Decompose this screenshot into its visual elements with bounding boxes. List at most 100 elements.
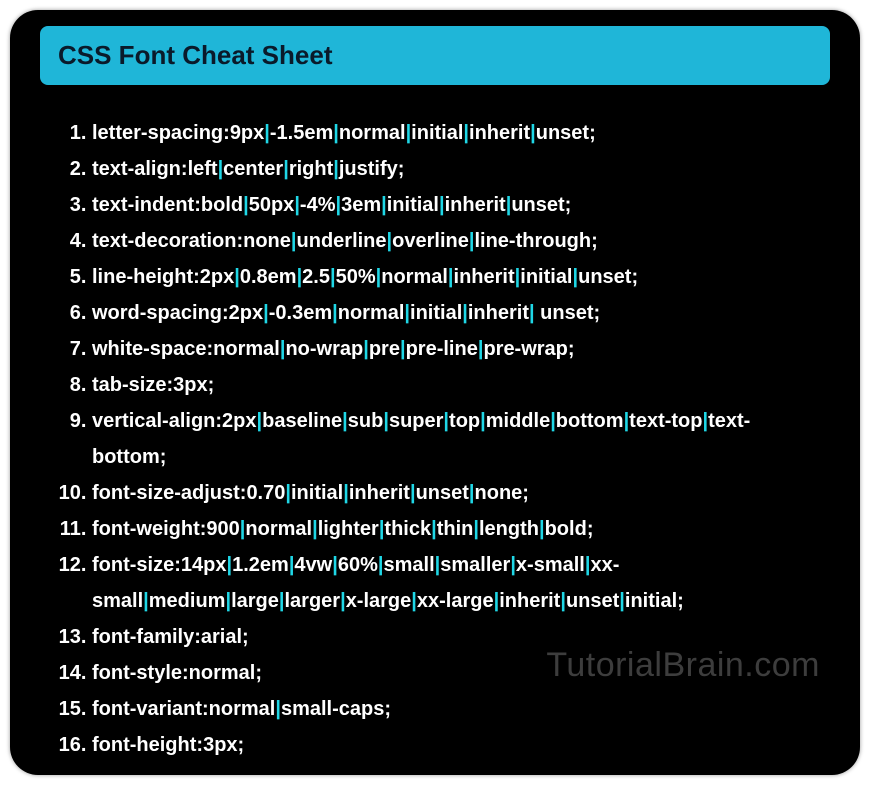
- property-name: text-decoration:: [92, 230, 243, 252]
- property-item: line-height:2px|0.8em|2.5|50%|normal|inh…: [92, 259, 820, 295]
- property-item: text-indent:bold|50px|-4%|3em|initial|in…: [92, 187, 820, 223]
- terminator: ;: [631, 266, 638, 288]
- property-value: baseline: [262, 410, 342, 432]
- property-value: bold: [201, 194, 243, 216]
- terminator: ;: [384, 698, 391, 720]
- property-value: 9px: [230, 122, 264, 144]
- property-item: font-size:14px|1.2em|4vw|60%|small|small…: [92, 547, 820, 619]
- property-value: pre-wrap: [483, 338, 567, 360]
- property-list: letter-spacing:9px|-1.5em|normal|initial…: [30, 115, 840, 763]
- property-value: 900: [206, 518, 239, 540]
- property-value: 60%: [338, 554, 378, 576]
- property-item: font-weight:900|normal|lighter|thick|thi…: [92, 511, 820, 547]
- terminator: ;: [677, 590, 684, 612]
- property-value: initial: [410, 302, 462, 324]
- property-name: text-indent:: [92, 194, 201, 216]
- property-name: font-size-adjust:: [92, 482, 246, 504]
- property-value: unset: [535, 302, 594, 324]
- property-name: line-height:: [92, 266, 200, 288]
- property-value: 2px: [229, 302, 263, 324]
- terminator: ;: [255, 662, 262, 684]
- property-value: unset: [416, 482, 469, 504]
- terminator: ;: [565, 194, 572, 216]
- property-item: word-spacing:2px|-0.3em|normal|initial|i…: [92, 295, 820, 331]
- property-name: text-align:: [92, 158, 188, 180]
- terminator: ;: [587, 518, 594, 540]
- property-value: 2px: [222, 410, 256, 432]
- property-value: right: [289, 158, 333, 180]
- property-item: letter-spacing:9px|-1.5em|normal|initial…: [92, 115, 820, 151]
- property-value: 2px: [200, 266, 234, 288]
- property-value: normal: [213, 338, 280, 360]
- property-item: font-style:normal;: [92, 655, 820, 691]
- property-value: smaller: [440, 554, 510, 576]
- property-value: unset: [578, 266, 631, 288]
- property-value: x-small: [516, 554, 585, 576]
- terminator: ;: [594, 302, 601, 324]
- property-value: unset: [566, 590, 619, 612]
- property-value: normal: [381, 266, 448, 288]
- property-value: thick: [384, 518, 431, 540]
- terminator: ;: [398, 158, 405, 180]
- property-value: none: [243, 230, 291, 252]
- property-value: -0.3em: [269, 302, 332, 324]
- property-value: justify: [339, 158, 398, 180]
- property-value: 2.5: [302, 266, 330, 288]
- property-value: text-top: [629, 410, 702, 432]
- property-value: center: [223, 158, 283, 180]
- property-value: larger: [284, 590, 340, 612]
- terminator: ;: [242, 626, 249, 648]
- property-item: font-size-adjust:0.70|initial|inherit|un…: [92, 475, 820, 511]
- property-name: white-space:: [92, 338, 213, 360]
- property-value: initial: [520, 266, 572, 288]
- terminator: ;: [589, 122, 596, 144]
- property-value: bottom: [556, 410, 624, 432]
- terminator: ;: [160, 446, 167, 468]
- property-name: word-spacing:: [92, 302, 229, 324]
- property-value: super: [389, 410, 443, 432]
- property-value: pre: [369, 338, 400, 360]
- property-value: sub: [348, 410, 384, 432]
- property-name: font-style:: [92, 662, 189, 684]
- property-item: white-space:normal|no-wrap|pre|pre-line|…: [92, 331, 820, 367]
- property-name: font-family:: [92, 626, 201, 648]
- property-value: overline: [392, 230, 469, 252]
- property-value: 1.2em: [232, 554, 289, 576]
- property-value: medium: [149, 590, 226, 612]
- property-value: -1.5em: [270, 122, 333, 144]
- terminator: ;: [208, 374, 215, 396]
- property-value: top: [449, 410, 480, 432]
- property-name: font-variant:: [92, 698, 209, 720]
- property-value: normal: [339, 122, 406, 144]
- property-value: 0.8em: [240, 266, 297, 288]
- property-value: length: [479, 518, 539, 540]
- property-value: left: [188, 158, 218, 180]
- property-value: 3em: [341, 194, 381, 216]
- property-name: vertical-align:: [92, 410, 222, 432]
- property-value: initial: [625, 590, 677, 612]
- property-value: normal: [338, 302, 405, 324]
- property-value: thin: [437, 518, 474, 540]
- property-value: line-through: [474, 230, 591, 252]
- property-value: 0.70: [246, 482, 285, 504]
- property-value: lighter: [318, 518, 379, 540]
- property-value: no-wrap: [285, 338, 363, 360]
- property-name: tab-size:: [92, 374, 173, 396]
- property-value: xx-large: [417, 590, 494, 612]
- terminator: ;: [591, 230, 598, 252]
- property-value: x-large: [346, 590, 412, 612]
- property-value: pre-line: [406, 338, 478, 360]
- property-value: large: [231, 590, 279, 612]
- property-value: -4%: [300, 194, 336, 216]
- property-value: small-caps: [281, 698, 384, 720]
- property-value: inherit: [468, 302, 529, 324]
- property-name: font-height:: [92, 734, 203, 756]
- property-value: initial: [411, 122, 463, 144]
- page-title: CSS Font Cheat Sheet: [58, 40, 812, 71]
- property-value: 50%: [336, 266, 376, 288]
- property-value: normal: [245, 518, 312, 540]
- property-item: text-decoration:none|underline|overline|…: [92, 223, 820, 259]
- property-name: letter-spacing:: [92, 122, 230, 144]
- property-name: font-size:: [92, 554, 181, 576]
- terminator: ;: [568, 338, 575, 360]
